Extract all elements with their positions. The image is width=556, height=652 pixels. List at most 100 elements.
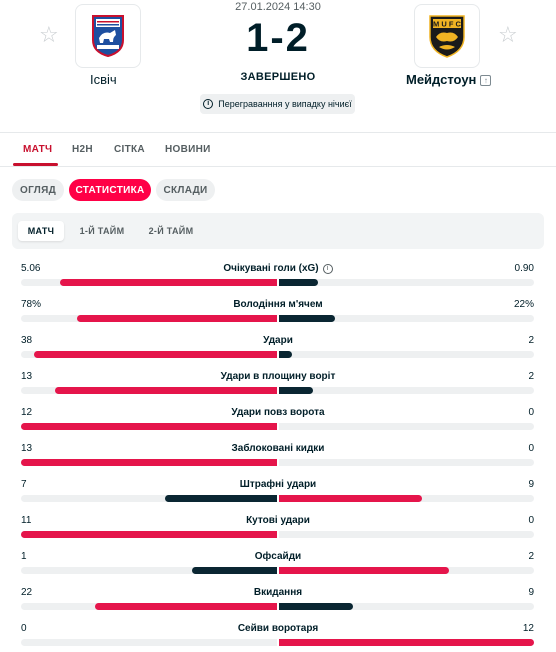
stat-row: 5.06 Очікувані голи (xG) i 0.90 xyxy=(0,263,556,299)
maidstone-crest-icon: M U F C xyxy=(429,15,465,58)
stat-home-track xyxy=(21,603,277,610)
stat-info-icon[interactable]: i xyxy=(322,264,333,274)
stat-home-track xyxy=(21,567,277,574)
stat-name: Штрафні удари xyxy=(0,479,556,491)
away-team-logo[interactable]: M U F C xyxy=(414,4,480,68)
stat-row: 1 Офсайди 2 xyxy=(0,551,556,587)
away-team-name[interactable]: Мейдстоун ↑ xyxy=(406,72,492,87)
stat-row: 7 Штрафні удари 9 xyxy=(0,479,556,515)
stat-away-value: 2 xyxy=(528,551,534,562)
tab-news[interactable]: НОВИНИ xyxy=(165,144,211,155)
stat-home-track xyxy=(21,351,277,358)
stat-away-value: 0 xyxy=(528,407,534,418)
stat-home-track xyxy=(21,279,277,286)
subtab-overview[interactable]: ОГЛЯД xyxy=(12,179,64,201)
stat-away-bar xyxy=(279,567,449,574)
stat-away-value: 9 xyxy=(528,587,534,598)
stat-away-value: 0 xyxy=(528,515,534,526)
stat-name: Очікувані голи (xG) i xyxy=(0,263,556,275)
stat-name: Удари xyxy=(0,335,556,347)
subtab-statistics[interactable]: СТАТИСТИКА xyxy=(69,179,151,201)
stat-name-text: Штрафні удари xyxy=(239,479,317,490)
stat-away-bar xyxy=(279,603,353,610)
stat-row: 13 Удари в площину воріт 2 xyxy=(0,371,556,407)
stat-name: Офсайди xyxy=(0,551,556,563)
stat-home-bar xyxy=(95,603,277,610)
stat-home-bar xyxy=(34,351,277,358)
stat-away-track xyxy=(279,459,534,466)
external-link-icon[interactable]: ↑ xyxy=(480,75,492,86)
period-tab-first-half[interactable]: 1-Й ТАЙМ xyxy=(72,221,132,241)
stat-away-bar xyxy=(279,639,534,646)
tab-h2h[interactable]: H2H xyxy=(72,144,93,155)
stat-name-text: Заблоковані кидки xyxy=(231,443,325,454)
stat-name: Заблоковані кидки xyxy=(0,443,556,455)
stat-row: 11 Кутові удари 0 xyxy=(0,515,556,551)
stat-name-text: Володіння м'ячем xyxy=(233,299,323,310)
nav-divider xyxy=(0,166,556,167)
away-team-name-text: Мейдстоун xyxy=(406,72,477,87)
stat-away-value: 0.90 xyxy=(514,263,534,274)
stat-away-track xyxy=(279,279,534,286)
stat-away-track xyxy=(279,639,534,646)
stat-home-track xyxy=(21,315,277,322)
stat-row: 13 Заблоковані кидки 0 xyxy=(0,443,556,479)
stat-away-track xyxy=(279,603,534,610)
stat-away-value: 22% xyxy=(513,299,534,310)
replay-note-badge: i Переграванння у випадку нічиєї xyxy=(200,94,355,114)
stat-row: 78% Володіння м'ячем 22% xyxy=(0,299,556,335)
match-header: ☆ Ісвіч 27.01.2024 14:30 1-2 ЗАВЕРШЕНО i… xyxy=(0,0,556,132)
stat-away-value: 12 xyxy=(522,623,534,634)
stat-away-track xyxy=(279,387,534,394)
stat-away-track xyxy=(279,495,534,502)
stat-away-value: 2 xyxy=(528,335,534,346)
stat-home-bar xyxy=(60,279,277,286)
stat-home-track xyxy=(21,531,277,538)
stat-row: 12 Удари повз ворота 0 xyxy=(0,407,556,443)
stat-away-track xyxy=(279,531,534,538)
period-switcher: МАТЧ 1-Й ТАЙМ 2-Й ТАЙМ xyxy=(12,213,544,249)
stat-name-text: Удари xyxy=(263,335,293,346)
stat-name: Вкидання xyxy=(0,587,556,599)
stat-home-bar xyxy=(21,423,277,430)
stat-name-text: Кутові удари xyxy=(246,515,310,526)
replay-note-text: Переграванння у випадку нічиєї xyxy=(218,99,352,109)
stat-home-track xyxy=(21,459,277,466)
stat-home-track xyxy=(21,387,277,394)
favorite-away-star-icon[interactable]: ☆ xyxy=(498,24,518,46)
stat-away-value: 9 xyxy=(528,479,534,490)
stat-name: Удари в площину воріт xyxy=(0,371,556,383)
stat-name-text: Вкидання xyxy=(253,587,303,598)
stat-away-bar xyxy=(279,387,313,394)
stat-away-value: 0 xyxy=(528,443,534,454)
stat-row: 22 Вкидання 9 xyxy=(0,587,556,623)
stat-home-track xyxy=(21,495,277,502)
stat-row: 0 Сейви воротаря 12 xyxy=(0,623,556,652)
maidstone-crest-lettering: M U F C xyxy=(433,20,461,29)
stat-name: Кутові удари xyxy=(0,515,556,527)
stat-name: Сейви воротаря xyxy=(0,623,556,635)
stat-away-track xyxy=(279,351,534,358)
stat-away-track xyxy=(279,423,534,430)
stat-name: Удари повз ворота xyxy=(0,407,556,419)
stat-name-text: Офсайди xyxy=(254,551,302,562)
tab-match[interactable]: МАТЧ xyxy=(23,144,52,155)
info-icon: i xyxy=(203,99,214,109)
subtab-lineups[interactable]: СКЛАДИ xyxy=(156,179,215,201)
stat-away-track xyxy=(279,567,534,574)
stat-home-bar xyxy=(21,459,277,466)
period-tab-second-half[interactable]: 2-Й ТАЙМ xyxy=(140,221,202,241)
stat-away-bar xyxy=(279,495,422,502)
stat-name-text: Сейви воротаря xyxy=(237,623,319,634)
period-tab-match[interactable]: МАТЧ xyxy=(18,221,64,241)
stat-name-text: Очікувані голи (xG) xyxy=(223,263,319,274)
stat-home-track xyxy=(21,639,277,646)
stat-away-bar xyxy=(279,351,292,358)
stat-name-text: Удари повз ворота xyxy=(231,407,325,418)
stat-home-bar xyxy=(192,567,277,574)
stat-home-bar xyxy=(55,387,277,394)
stat-away-value: 2 xyxy=(528,371,534,382)
stat-home-bar xyxy=(165,495,277,502)
stat-home-bar xyxy=(21,531,277,538)
tab-draw[interactable]: СІТКА xyxy=(114,144,145,155)
